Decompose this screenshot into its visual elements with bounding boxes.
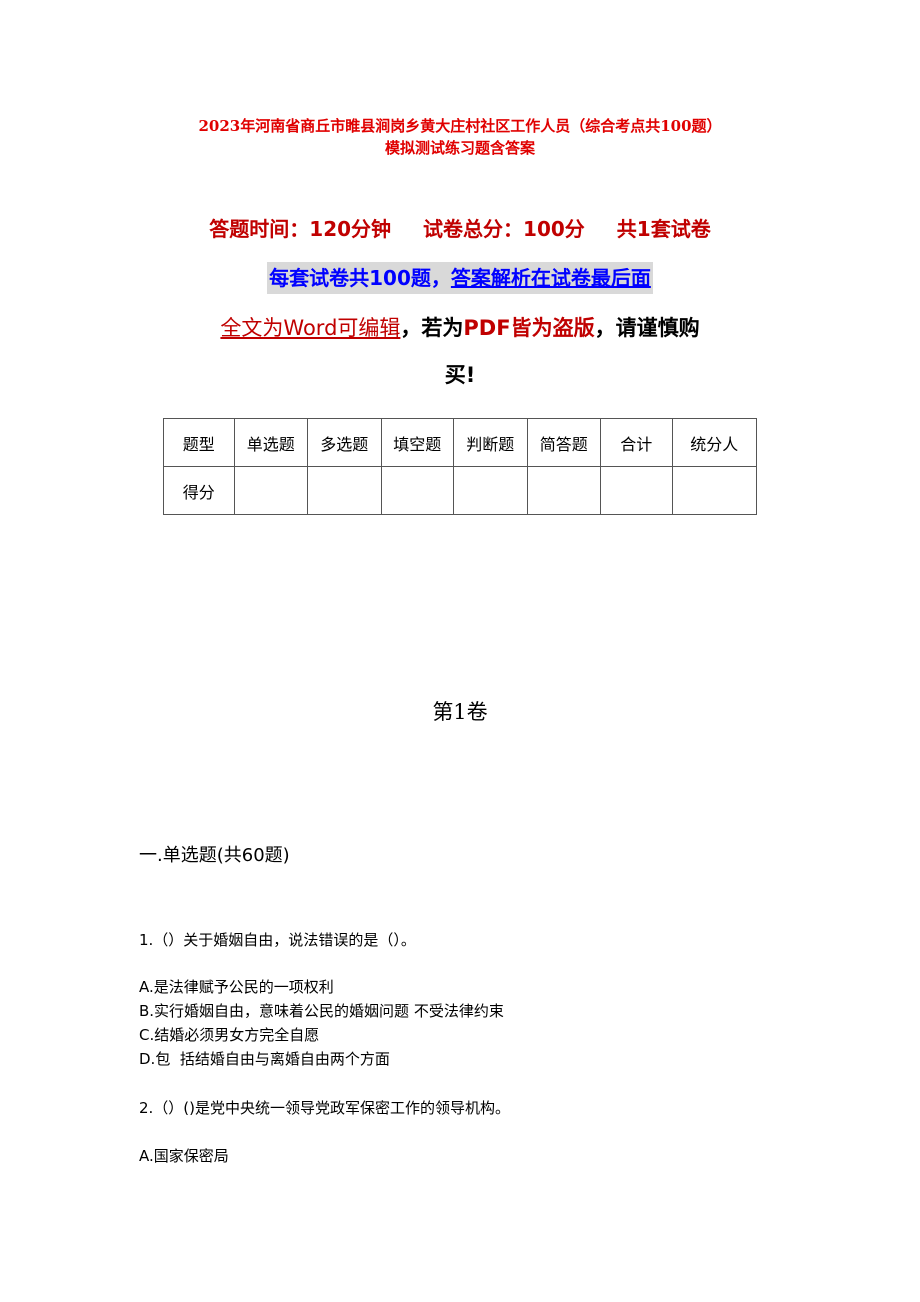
header-cell-type: 题型 <box>163 418 235 467</box>
notice-caution: ，请谨慎购 <box>594 316 700 340</box>
score-cell[interactable] <box>380 466 455 515</box>
banner-question-count: 每套试卷共100题， <box>269 266 451 290</box>
exam-time: 答题时间：120分钟 <box>209 217 392 241</box>
score-cell[interactable] <box>671 466 758 515</box>
score-cell[interactable] <box>453 466 528 515</box>
question-1-option-a: A.是法律赋予公民的一项权利 <box>139 978 334 996</box>
score-table-score-row: 得分 <box>163 466 758 515</box>
question-1-stem: 1.（）关于婚姻自由，说法错误的是（）。 <box>139 931 416 949</box>
copyright-notice-continued: 买! <box>444 363 476 387</box>
answer-banner: 每套试卷共100题，答案解析在试卷最后面 <box>267 262 653 294</box>
notice-pdf-pirated: PDF皆为盗版 <box>463 316 595 340</box>
question-1-option-b: B.实行婚姻自由，意味着公民的婚姻问题 不受法律约束 <box>139 1002 504 1020</box>
header-cell-true-false: 判断题 <box>453 418 528 467</box>
section-title: 一.单选题(共60题) <box>139 845 290 866</box>
score-cell[interactable] <box>307 466 382 515</box>
exam-sets: 共1套试卷 <box>616 217 711 241</box>
notice-if: ，若为 <box>400 316 464 340</box>
score-row-label: 得分 <box>163 466 235 515</box>
volume-title: 第1卷 <box>432 700 488 724</box>
question-2-stem: 2.（）()是党中央统一领导党政军保密工作的领导机构。 <box>139 1099 511 1117</box>
notice-word-editable: 全文为Word可编辑 <box>220 316 401 340</box>
header-cell-multi-choice: 多选题 <box>307 418 382 467</box>
copyright-notice: 全文为Word可编辑，若为PDF皆为盗版，请谨慎购 <box>0 308 920 348</box>
score-cell[interactable] <box>233 466 309 515</box>
score-cell[interactable] <box>600 466 673 515</box>
header-cell-single-choice: 单选题 <box>233 418 309 467</box>
document-title-line-1: 2023年河南省商丘市睢县涧岗乡黄大庄村社区工作人员（综合考点共100题） <box>198 117 722 135</box>
header-cell-fill-blank: 填空题 <box>380 418 455 467</box>
document-title-line-2: 模拟测试练习题含答案 <box>384 139 535 157</box>
header-cell-scorer: 统分人 <box>671 418 758 467</box>
score-cell[interactable] <box>526 466 602 515</box>
header-cell-short-answer: 简答题 <box>526 418 602 467</box>
answer-banner-wrap: 每套试卷共100题，答案解析在试卷最后面 <box>0 262 920 294</box>
exam-total-score: 试卷总分：100分 <box>423 217 585 241</box>
score-table-header-row: 题型 单选题 多选题 填空题 判断题 简答题 合计 统分人 <box>163 418 758 467</box>
exam-info-line: 答题时间：120分钟 试卷总分：100分 共1套试卷 <box>0 215 920 243</box>
question-1-option-c: C.结婚必须男女方完全自愿 <box>139 1026 320 1044</box>
banner-answer-location: 答案解析在试卷最后面 <box>450 266 651 290</box>
score-table: 题型 单选题 多选题 填空题 判断题 简答题 合计 统分人 得分 <box>163 418 758 515</box>
header-cell-total: 合计 <box>600 418 673 467</box>
question-2-option-a: A.国家保密局 <box>139 1147 229 1165</box>
question-1-option-d: D.包 括结婚自由与离婚自由两个方面 <box>139 1050 390 1068</box>
